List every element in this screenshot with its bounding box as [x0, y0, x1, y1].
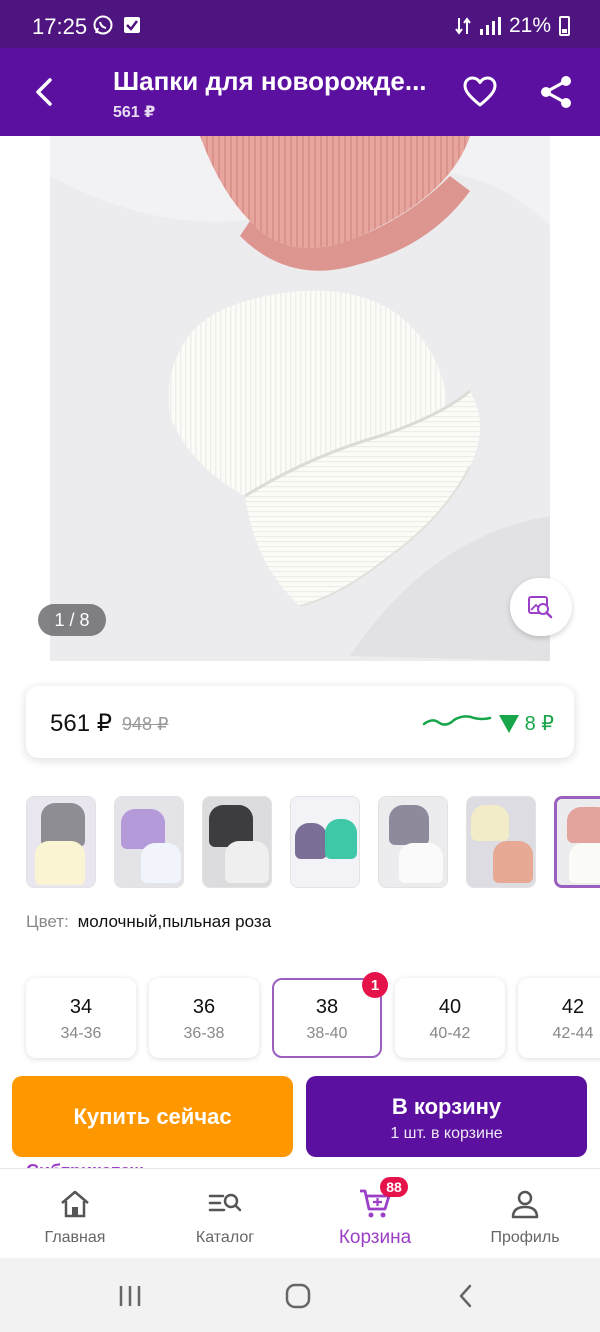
size-value: 34 [69, 996, 93, 1018]
signal-icon [479, 17, 501, 35]
recent-apps-icon [119, 1286, 141, 1306]
product-photo-illustration [50, 136, 550, 661]
image-counter: 1 / 8 [38, 604, 106, 636]
battery-percent: 21% [508, 14, 551, 37]
image-search-icon [528, 596, 553, 619]
nav-home-label: Главная [44, 1229, 106, 1246]
share-icon [541, 76, 571, 108]
color-label: Цвет: [26, 912, 69, 931]
size-range: 42-44 [552, 1025, 594, 1042]
price-card[interactable]: 561 ₽ 948 ₽ 8 ₽ [26, 686, 574, 758]
size-option[interactable]: 36 36-38 [149, 978, 259, 1058]
favorite-button[interactable] [460, 72, 500, 112]
size-range: 34-36 [60, 1025, 102, 1042]
size-range: 36-38 [183, 1025, 225, 1042]
data-transfer-icon [455, 17, 471, 35]
page-subtitle-price: 561 ₽ [113, 104, 156, 121]
size-range: 40-42 [429, 1025, 471, 1042]
system-navigation-bar [0, 1258, 600, 1332]
home-system-button[interactable] [278, 1280, 318, 1312]
home-icon [58, 1187, 92, 1221]
size-option[interactable]: 42 42-44 [518, 978, 600, 1058]
color-thumbnail[interactable] [202, 796, 272, 888]
color-thumbnail[interactable] [26, 796, 96, 888]
size-range: 38-40 [306, 1025, 348, 1042]
status-time: 17:25 [32, 14, 88, 39]
price-drop-value: 8 ₽ [524, 713, 554, 735]
size-selector: 34 34-36 36 36-38 38 38-40 1 40 40-42 42… [26, 972, 600, 1062]
size-option[interactable]: 34 34-36 [26, 978, 136, 1058]
nav-cart[interactable]: 88 Корзина [300, 1169, 450, 1259]
color-thumbnail-selected[interactable] [554, 796, 600, 888]
color-thumbnails [26, 796, 600, 890]
share-button[interactable] [536, 72, 576, 112]
catalog-search-icon [208, 1187, 242, 1221]
size-value: 38 [315, 996, 339, 1018]
page-title: Шапки для новорожде... [113, 66, 427, 96]
color-thumbnail[interactable] [466, 796, 536, 888]
back-button[interactable] [24, 70, 64, 114]
color-thumbnail[interactable] [114, 796, 184, 888]
color-info: Цвет: молочный,пыльная роза [26, 912, 271, 932]
nav-profile[interactable]: Профиль [450, 1169, 600, 1259]
color-thumbnail[interactable] [378, 796, 448, 888]
cart-count-badge: 88 [380, 1177, 408, 1197]
checkbox-notification-icon [124, 17, 140, 33]
in-cart-count-badge: 1 [362, 972, 388, 998]
nav-profile-label: Профиль [490, 1229, 560, 1246]
nav-catalog[interactable]: Каталог [150, 1169, 300, 1259]
cart-quantity-text: 1 шт. в корзине [390, 1125, 503, 1142]
size-option-selected[interactable]: 38 38-40 1 [272, 972, 388, 1058]
bottom-navigation: Главная Каталог 88 Корзина Профиль [0, 1168, 600, 1258]
nav-cart-label: Корзина [338, 1227, 412, 1248]
add-to-cart-button[interactable]: В корзину 1 шт. в корзине [306, 1076, 587, 1157]
heart-outline-icon [463, 76, 497, 107]
nav-home[interactable]: Главная [0, 1169, 150, 1259]
status-right: 21% [455, 14, 570, 38]
status-notification-icons [92, 14, 142, 36]
size-option[interactable]: 40 40-42 [395, 978, 505, 1058]
visual-search-button[interactable] [510, 578, 572, 636]
back-system-button[interactable] [446, 1280, 486, 1312]
size-value: 40 [438, 996, 462, 1018]
size-value: 42 [561, 996, 585, 1018]
old-price: 948 ₽ [122, 714, 169, 734]
chevron-left-icon [459, 1284, 472, 1308]
size-value: 36 [192, 996, 216, 1018]
price-history-sparkline [422, 715, 492, 726]
profile-icon [508, 1187, 542, 1221]
product-image[interactable] [50, 136, 550, 661]
home-circle-icon [285, 1283, 311, 1309]
add-to-cart-label: В корзину [391, 1094, 502, 1119]
nav-catalog-label: Каталог [195, 1229, 255, 1246]
arrow-back-icon [36, 78, 52, 106]
buy-now-button[interactable]: Купить сейчас [12, 1076, 293, 1157]
recent-apps-button[interactable] [110, 1280, 150, 1312]
color-value: молочный,пыльная роза [77, 912, 272, 931]
price-drop: 8 ₽ [498, 711, 554, 736]
status-bar: 17:25 21% [0, 0, 600, 48]
color-thumbnail[interactable] [290, 796, 360, 888]
current-price: 561 ₽ [50, 710, 112, 737]
app-bar: Шапки для новорожде... 561 ₽ [0, 48, 600, 136]
whatsapp-icon [93, 15, 113, 35]
price-down-icon [498, 714, 519, 733]
battery-icon [559, 16, 570, 36]
